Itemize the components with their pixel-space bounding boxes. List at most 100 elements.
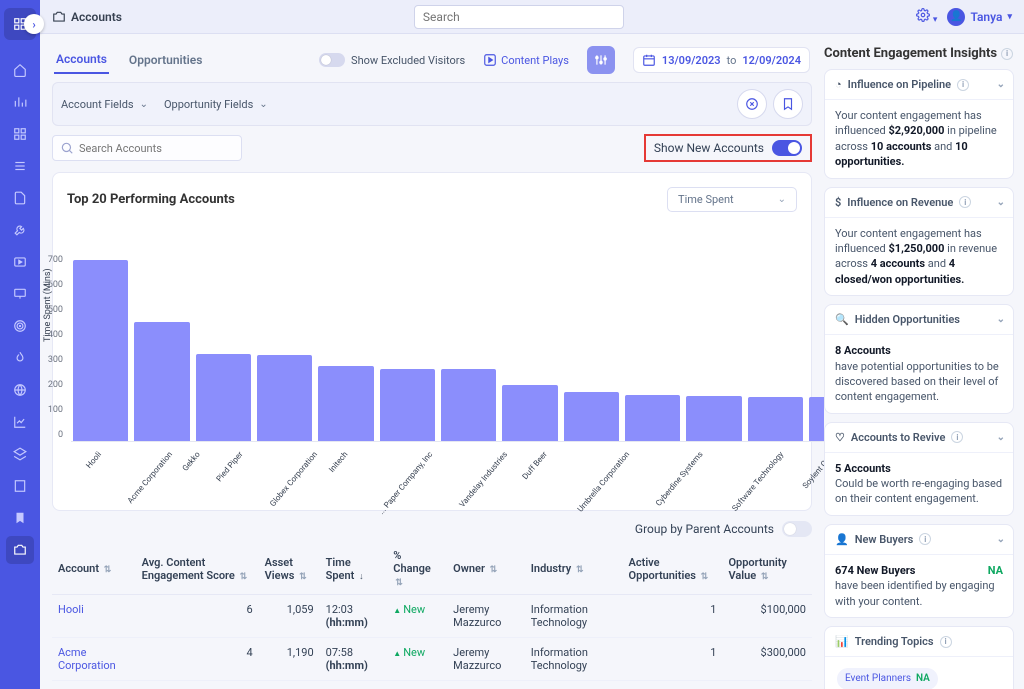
nav-list-icon[interactable]	[6, 152, 34, 180]
bookmark-button[interactable]	[773, 89, 803, 119]
table-row: Gekko495005:47 (hh:mm)NewJeremy Mazzurco…	[52, 681, 812, 689]
insight-card-pipeline[interactable]: ◔Influence on Pipelinei⌄ Your content en…	[824, 69, 1014, 179]
chart-bar[interactable]	[257, 355, 312, 441]
column-header-views[interactable]: Asset Views ⇅	[259, 543, 320, 595]
sliders-icon	[594, 53, 608, 67]
insight-card-revive[interactable]: ♡Accounts to Revivei⌄ 5 AccountsCould be…	[824, 422, 1014, 516]
account-link[interactable]: Acme Corporation	[58, 646, 116, 672]
chart-bar[interactable]	[441, 369, 496, 442]
nav-accounts-icon[interactable]	[6, 536, 34, 564]
toggle-switch-icon	[319, 53, 345, 67]
account-link[interactable]: Hooli	[58, 603, 84, 616]
chart-bar[interactable]	[502, 385, 557, 441]
chart-card: Top 20 Performing Accounts Time Spent ⌄ …	[52, 172, 812, 511]
y-tick: 0	[58, 430, 63, 440]
info-icon[interactable]: i	[1001, 48, 1013, 60]
nav-building-icon[interactable]	[6, 472, 34, 500]
x-circle-icon	[745, 97, 759, 111]
user-avatar-icon: 👤	[947, 8, 965, 26]
global-search-input[interactable]	[414, 5, 624, 29]
top-bar: Accounts ▾ 👤 Tanya ▾	[40, 0, 1024, 34]
column-header-opp_value[interactable]: Opportunity Value ⇅	[722, 543, 812, 595]
nav-globe-icon[interactable]	[6, 376, 34, 404]
expand-nav-button[interactable]: ›	[24, 14, 44, 34]
clear-filters-button[interactable]	[737, 89, 767, 119]
show-excluded-toggle[interactable]: Show Excluded Visitors	[319, 53, 465, 67]
insight-card-hidden[interactable]: 🔍Hidden Opportunities⌄ 8 Accountshave po…	[824, 304, 1014, 414]
chart-bar[interactable]	[73, 260, 128, 441]
column-header-account[interactable]: Account ⇅	[52, 543, 136, 595]
y-tick: 500	[48, 305, 63, 315]
column-header-score[interactable]: Avg. Content Engagement Score ⇅	[136, 543, 259, 595]
date-range-picker[interactable]: 13/09/2023 to 12/09/2024	[633, 47, 810, 73]
settings-icon[interactable]: ▾	[916, 8, 938, 25]
info-icon[interactable]: i	[951, 431, 963, 443]
column-header-industry[interactable]: Industry ⇅	[525, 543, 623, 595]
chart-bar[interactable]	[564, 392, 619, 441]
chart-bar[interactable]	[625, 395, 680, 441]
show-new-accounts-highlight: Show New Accounts	[644, 134, 812, 162]
chart-bar[interactable]	[318, 366, 373, 441]
content-plays-link[interactable]: Content Plays	[483, 53, 569, 67]
show-new-accounts-toggle[interactable]	[772, 140, 802, 156]
filter-chip-button[interactable]	[587, 46, 615, 74]
chart-title: Top 20 Performing Accounts	[67, 192, 235, 207]
nav-grid-icon[interactable]	[6, 120, 34, 148]
chevron-down-icon: ⌄	[259, 99, 267, 110]
group-by-toggle[interactable]	[782, 521, 812, 537]
bookmark-icon	[781, 97, 795, 111]
chevron-down-icon: ⌄	[997, 534, 1005, 545]
info-icon[interactable]: i	[919, 533, 931, 545]
breadcrumb-label: Accounts	[71, 10, 122, 24]
chart-bar[interactable]	[686, 396, 741, 441]
nav-target-icon[interactable]	[6, 312, 34, 340]
breadcrumb: Accounts	[52, 10, 122, 24]
info-icon[interactable]: i	[957, 79, 969, 91]
chart-bar[interactable]	[196, 354, 251, 441]
user-name: Tanya	[970, 10, 1002, 24]
column-header-opps[interactable]: Active Opportunities ⇅	[623, 543, 723, 595]
search-accounts-input[interactable]	[52, 135, 242, 161]
info-icon[interactable]: i	[959, 196, 971, 208]
column-header-change[interactable]: % Change ⇅	[387, 543, 447, 595]
opportunity-fields-dropdown[interactable]: Opportunity Fields ⌄	[164, 98, 268, 111]
chart-metric-select[interactable]: Time Spent ⌄	[667, 187, 797, 212]
table-row: Acme Corporation41,19007:58 (hh:mm)NewJe…	[52, 638, 812, 681]
search-icon	[60, 141, 74, 158]
chart-bar[interactable]	[380, 369, 435, 442]
chart-bar[interactable]	[134, 322, 189, 442]
y-tick: 100	[48, 405, 63, 415]
chevron-down-icon: ⌄	[997, 79, 1005, 90]
column-header-time[interactable]: Time Spent ↓	[320, 543, 388, 595]
nav-home-icon[interactable]	[6, 56, 34, 84]
tabs-row: Accounts Opportunities Show Excluded Vis…	[52, 42, 812, 74]
filters-bar: Account Fields ⌄ Opportunity Fields ⌄	[52, 82, 812, 126]
info-icon[interactable]: i	[940, 636, 952, 648]
breadcrumb-icon	[52, 10, 66, 24]
insight-card-revenue[interactable]: $Influence on Revenuei⌄ Your content eng…	[824, 187, 1014, 297]
tab-accounts[interactable]: Accounts	[54, 46, 109, 74]
user-menu[interactable]: 👤 Tanya ▾	[947, 8, 1012, 26]
tab-opportunities[interactable]: Opportunities	[127, 47, 205, 73]
chevron-down-icon: ⌄	[997, 432, 1005, 443]
column-header-owner[interactable]: Owner ⇅	[447, 543, 525, 595]
app-logo[interactable]: ›	[4, 8, 36, 40]
nav-tools-icon[interactable]	[6, 216, 34, 244]
nav-chart-icon[interactable]	[6, 408, 34, 436]
nav-fire-icon[interactable]	[6, 344, 34, 372]
nav-video-icon[interactable]	[6, 248, 34, 276]
insight-card-trending[interactable]: 📊Trending Topicsi Event Planners NAImpro…	[824, 626, 1014, 689]
trending-topic-chip[interactable]: Event Planners NA	[837, 668, 938, 689]
nav-layers-icon[interactable]	[6, 440, 34, 468]
bar-chart: Time Spent (Mins) 7006005004003002001000…	[67, 224, 797, 504]
nav-analytics-icon[interactable]	[6, 88, 34, 116]
nav-bookmark-icon-rail[interactable]	[6, 504, 34, 532]
nav-document-icon[interactable]	[6, 184, 34, 212]
account-fields-dropdown[interactable]: Account Fields ⌄	[61, 98, 148, 111]
chevron-down-icon: ⌄	[140, 99, 148, 110]
chart-bar[interactable]	[809, 397, 824, 441]
chart-bar[interactable]	[748, 397, 803, 441]
table-row: Hooli61,05912:03 (hh:mm)NewJeremy Mazzur…	[52, 595, 812, 638]
nav-presentation-icon[interactable]	[6, 280, 34, 308]
insight-card-buyers[interactable]: 👤New Buyersi⌄ 674 New BuyersNAhave been …	[824, 524, 1014, 618]
